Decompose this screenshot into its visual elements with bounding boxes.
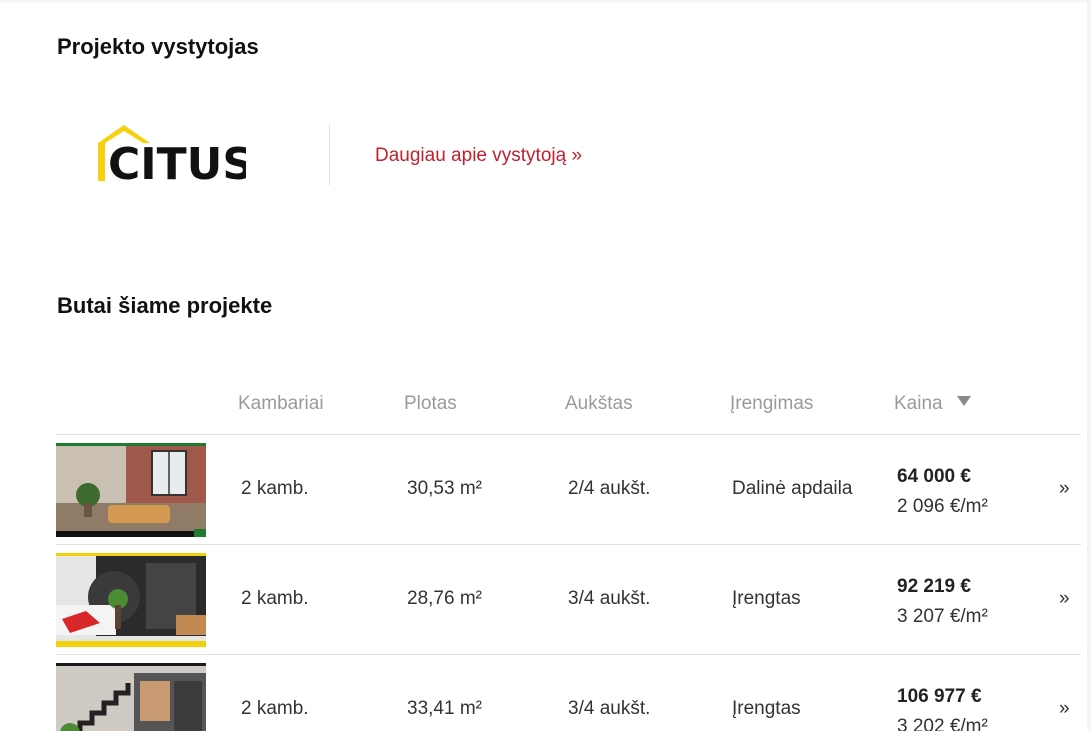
price-per-m2-value: 2 096 €/m² (897, 496, 988, 517)
page: Projekto vystytojas CITUS Daugiau apie v… (0, 0, 1091, 731)
rooms-value: 2 kamb. (241, 478, 309, 499)
column-header-price-label: Kaina (894, 393, 943, 414)
price-value: 106 977 € (897, 686, 982, 707)
row-arrow-icon[interactable]: » (1059, 588, 1070, 610)
price-value: 92 219 € (897, 576, 971, 597)
table-row[interactable]: 2 kamb. 28,76 m² 3/4 aukšt. Įrengtas 92 … (56, 545, 1081, 655)
area-value: 33,41 m² (407, 698, 482, 719)
column-header-equipment[interactable]: Įrengimas (730, 393, 813, 415)
column-header-price[interactable]: Kaina (894, 393, 971, 415)
area-value: 30,53 m² (407, 478, 482, 499)
developer-logo[interactable]: CITUS (96, 121, 246, 185)
floor-value: 2/4 aukšt. (568, 478, 651, 499)
equipment-value: Dalinė apdaila (732, 478, 853, 499)
row-arrow-icon[interactable]: » (1059, 698, 1070, 720)
equipment-value: Įrengtas (732, 698, 801, 719)
table-row[interactable]: 2 kamb. 33,41 m² 3/4 aukšt. Įrengtas 106… (56, 655, 1081, 731)
table-row[interactable]: 2 kamb. 30,53 m² 2/4 aukšt. Dalinė apdai… (56, 435, 1081, 545)
column-header-area[interactable]: Plotas (404, 393, 457, 415)
apartment-photo[interactable] (56, 663, 206, 731)
apartments-section-title: Butai šiame projekte (57, 293, 273, 318)
rooms-value: 2 kamb. (241, 698, 309, 719)
apartments-table: Kambariai Plotas Aukštas Įrengimas Kaina (56, 383, 1081, 731)
apartment-photo[interactable] (56, 443, 206, 537)
vertical-divider (329, 125, 330, 185)
price-value: 64 000 € (897, 466, 971, 487)
column-header-rooms[interactable]: Kambariai (238, 393, 324, 415)
floor-value: 3/4 aukšt. (568, 588, 651, 609)
rooms-value: 2 kamb. (241, 588, 309, 609)
table-header: Kambariai Plotas Aukštas Įrengimas Kaina (56, 383, 1081, 435)
column-header-floor[interactable]: Aukštas (565, 393, 633, 415)
top-divider (0, 0, 1091, 4)
price-per-m2-value: 3 207 €/m² (897, 606, 988, 627)
logo-text: CITUS (108, 139, 246, 185)
scrollbar-track[interactable] (1087, 0, 1091, 731)
floor-value: 3/4 aukšt. (568, 698, 651, 719)
developer-more-link[interactable]: Daugiau apie vystytoją » (375, 145, 582, 167)
apartment-photo[interactable] (56, 553, 206, 647)
price-per-m2-value: 3 202 €/m² (897, 716, 988, 731)
area-value: 28,76 m² (407, 588, 482, 609)
sort-down-icon[interactable] (956, 396, 971, 406)
developer-section-title: Projekto vystytojas (57, 34, 259, 59)
equipment-value: Įrengtas (732, 588, 801, 609)
row-arrow-icon[interactable]: » (1059, 478, 1070, 500)
